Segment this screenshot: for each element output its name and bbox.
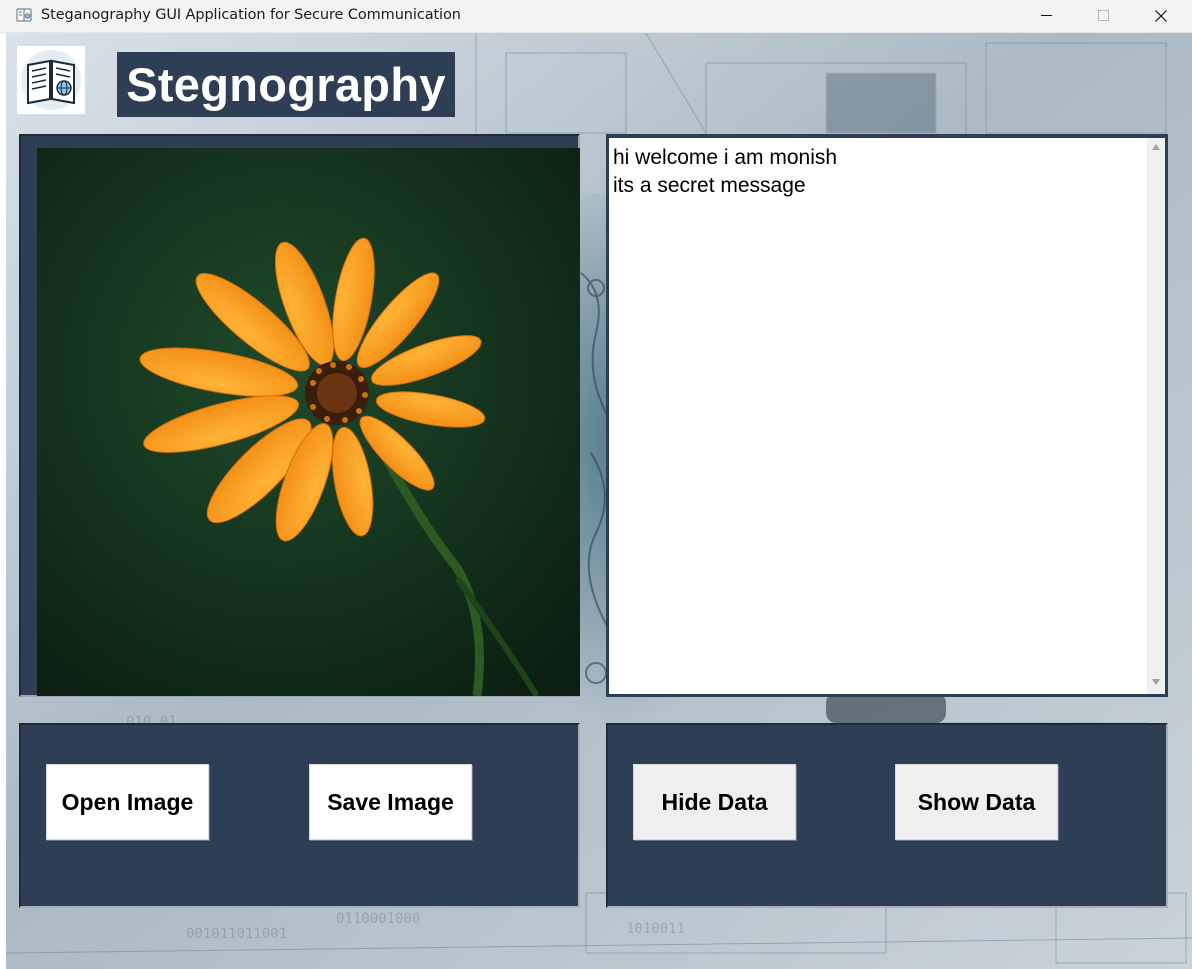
image-frame xyxy=(19,134,580,697)
message-textarea[interactable]: hi welcome i am monish its a secret mess… xyxy=(609,138,1147,694)
svg-text:1010011: 1010011 xyxy=(626,921,685,937)
app-title: Stegnography xyxy=(117,52,455,117)
app-client-area: 010 01 001011011001 0110001000 1010011 1… xyxy=(6,33,1192,969)
svg-text:001011011001: 001011011001 xyxy=(186,926,287,942)
message-scrollbar[interactable] xyxy=(1147,138,1165,694)
data-controls-panel: Hide Data Show Data xyxy=(606,723,1168,908)
close-button[interactable] xyxy=(1138,0,1184,32)
svg-text:0110001000: 0110001000 xyxy=(336,911,420,927)
app-window: Steganography GUI Application for Secure… xyxy=(0,0,1192,969)
save-image-button[interactable]: Save Image xyxy=(309,764,472,840)
title-bar[interactable]: Steganography GUI Application for Secure… xyxy=(0,0,1192,33)
logo xyxy=(17,46,85,114)
image-preview xyxy=(37,148,580,696)
show-data-button[interactable]: Show Data xyxy=(895,764,1058,840)
scroll-down-icon[interactable] xyxy=(1152,679,1160,685)
image-controls-panel: Open Image Save Image xyxy=(19,723,580,908)
window-title: Steganography GUI Application for Secure… xyxy=(41,7,461,23)
message-frame: hi welcome i am monish its a secret mess… xyxy=(606,134,1168,697)
close-icon xyxy=(1155,10,1167,22)
minimize-button[interactable] xyxy=(1024,0,1070,32)
app-icon xyxy=(16,7,32,23)
maximize-button[interactable] xyxy=(1081,0,1127,32)
flower-image xyxy=(37,148,580,696)
book-globe-icon xyxy=(21,50,81,110)
maximize-icon xyxy=(1098,10,1109,21)
scroll-up-icon[interactable] xyxy=(1152,144,1160,150)
hide-data-button[interactable]: Hide Data xyxy=(633,764,796,840)
minimize-icon xyxy=(1041,15,1052,16)
open-image-button[interactable]: Open Image xyxy=(46,764,209,840)
